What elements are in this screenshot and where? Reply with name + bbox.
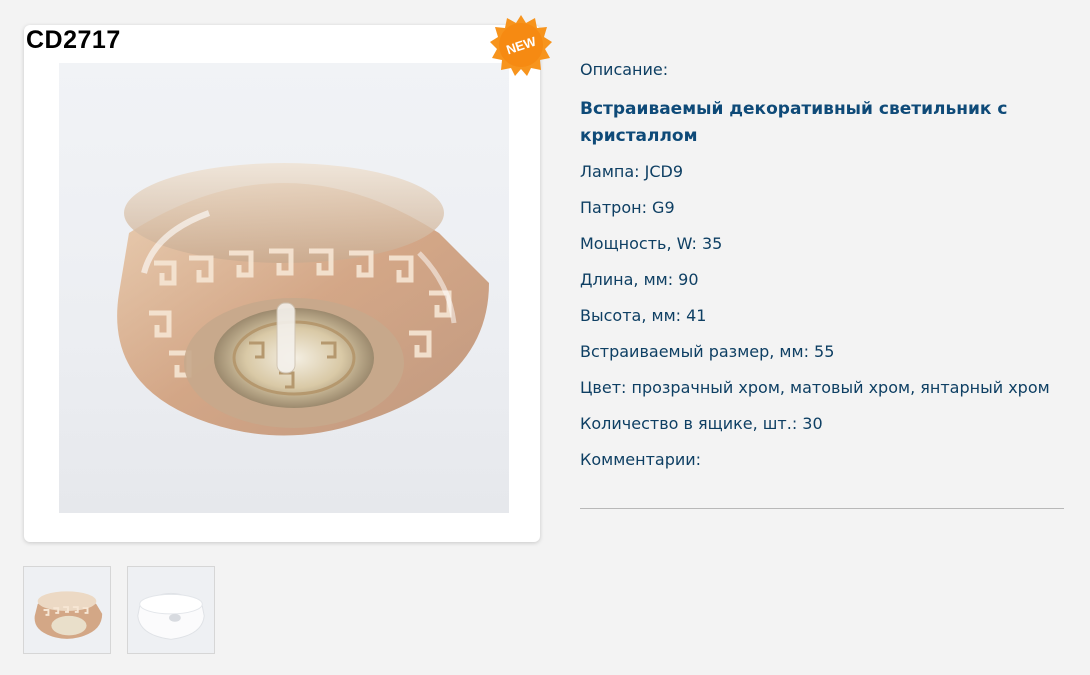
spec-height: Высота, мм: 41: [580, 306, 707, 325]
thumbnail-amber[interactable]: [23, 566, 111, 654]
main-product-photo[interactable]: [59, 63, 509, 513]
product-details: Описание: Встраиваемый декоративный свет…: [580, 56, 1070, 482]
spec-length: Длина, мм: 90: [580, 270, 699, 289]
spec-power: Мощность, W: 35: [580, 234, 723, 253]
product-page: CD2717 NEW Описание: Встраиваемый декора…: [0, 0, 1090, 675]
product-code: CD2717: [26, 26, 121, 54]
spec-mount-size: Встраиваемый размер, мм: 55: [580, 342, 835, 361]
spec-color: Цвет: прозрачный хром, матовый хром, янт…: [580, 378, 1050, 397]
divider: [580, 508, 1064, 509]
new-badge: NEW: [490, 14, 552, 76]
amber-crystal-light-photo: [24, 567, 110, 653]
spec-lamp: Лампа: JCD9: [580, 162, 684, 181]
crystal-light-image: [117, 163, 489, 436]
spec-socket: Патрон: G9: [580, 198, 675, 217]
description-title: Встраиваемый декоративный светильник с к…: [580, 99, 1008, 146]
thumbnail-white[interactable]: [127, 566, 215, 654]
white-frosted-light-photo: [128, 567, 214, 653]
comments-label: Комментарии:: [580, 450, 702, 469]
spec-box-quantity: Количество в ящике, шт.: 30: [580, 414, 823, 433]
starburst-icon: NEW: [490, 15, 552, 76]
description-label: Описание:: [580, 60, 669, 79]
